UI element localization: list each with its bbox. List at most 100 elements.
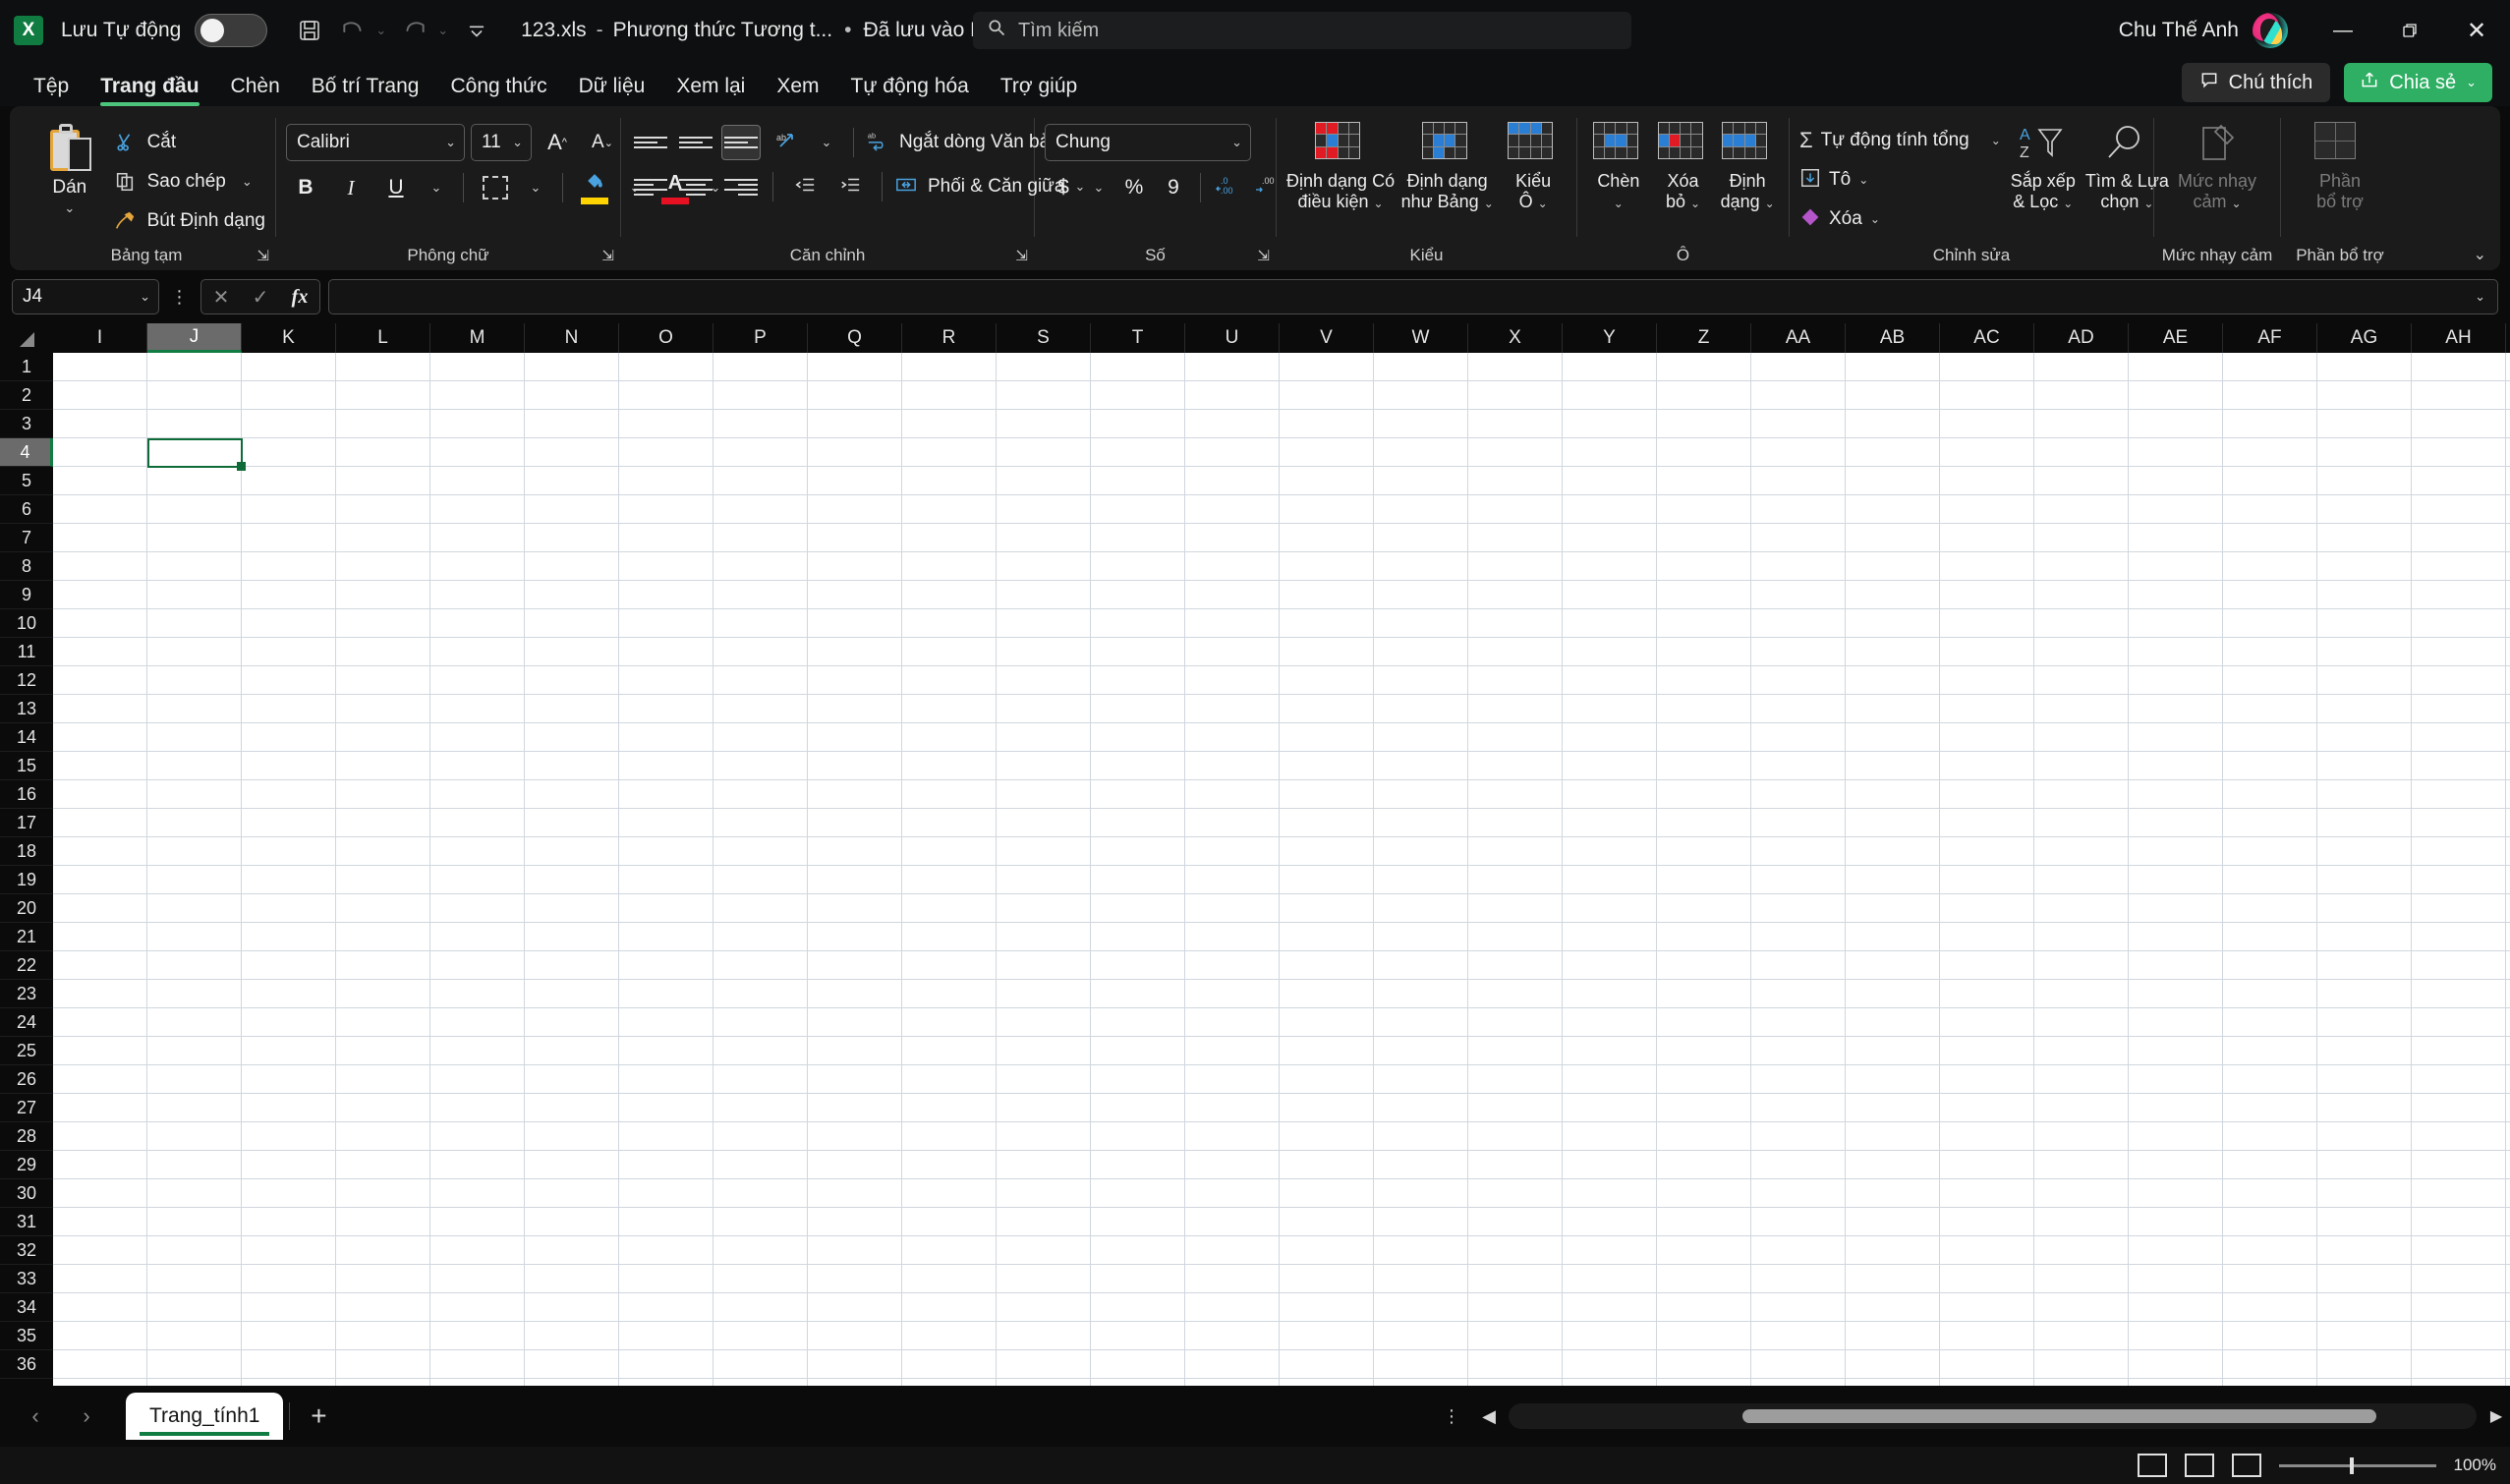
zoom-slider-knob[interactable]: [2349, 1456, 2354, 1474]
tab-tu-dong-hoa[interactable]: Tự động hóa: [835, 75, 985, 106]
normal-view-icon[interactable]: [2137, 1454, 2167, 1477]
formula-bar-more-options-icon[interactable]: ⋮: [167, 287, 193, 308]
column-header-AH[interactable]: AH: [2412, 323, 2506, 353]
row-header-27[interactable]: 27: [0, 1094, 53, 1122]
column-header-AE[interactable]: AE: [2129, 323, 2223, 353]
row-header-30[interactable]: 30: [0, 1179, 53, 1208]
scroll-right-triangle-right-icon[interactable]: ▶: [2482, 1406, 2510, 1426]
sensitivity-button[interactable]: Mức nhạy cảm ⌄: [2164, 118, 2270, 211]
row-header-35[interactable]: 35: [0, 1322, 53, 1350]
number-format-select[interactable]: Chung ⌄: [1045, 124, 1251, 161]
column-header-S[interactable]: S: [997, 323, 1091, 353]
row-header-11[interactable]: 11: [0, 638, 53, 666]
redo-chevron-down-icon[interactable]: ⌄: [437, 23, 448, 38]
column-header-AF[interactable]: AF: [2223, 323, 2317, 353]
column-header-AC[interactable]: AC: [1940, 323, 2034, 353]
font-dialog-launcher-icon[interactable]: ⇲: [601, 247, 614, 264]
column-header-O[interactable]: O: [619, 323, 713, 353]
row-header-37[interactable]: 37: [0, 1379, 53, 1387]
fill-chevron-down-icon[interactable]: ⌄: [1858, 173, 1868, 187]
number-format-chevron-down-icon[interactable]: ⌄: [1231, 135, 1242, 150]
row-header-1[interactable]: 1: [0, 353, 53, 381]
column-header-X[interactable]: X: [1468, 323, 1563, 353]
column-header-K[interactable]: K: [242, 323, 336, 353]
underline-button[interactable]: U: [376, 169, 416, 206]
cf-chevron-down-icon[interactable]: ⌄: [1374, 197, 1384, 210]
minimize-button[interactable]: —: [2310, 0, 2376, 61]
clear-chevron-down-icon[interactable]: ⌄: [1870, 212, 1880, 226]
borders-button[interactable]: [476, 169, 515, 206]
sort-chevron-down-icon[interactable]: ⌄: [2063, 197, 2073, 210]
addins-button[interactable]: Phần bổ trợ: [2291, 118, 2389, 211]
column-header-J[interactable]: J: [147, 323, 242, 353]
row-header-17[interactable]: 17: [0, 809, 53, 837]
fill-color-button[interactable]: [575, 169, 614, 206]
column-header-W[interactable]: W: [1374, 323, 1468, 353]
cell-area[interactable]: [53, 353, 2510, 1386]
clipboard-dialog-launcher-icon[interactable]: ⇲: [257, 247, 269, 264]
font-name-input[interactable]: Calibri ⌄: [286, 124, 465, 161]
column-header-AB[interactable]: AB: [1846, 323, 1940, 353]
zoom-slider[interactable]: [2278, 1456, 2436, 1474]
horizontal-scrollbar[interactable]: [1509, 1403, 2477, 1429]
row-header-7[interactable]: 7: [0, 524, 53, 552]
increase-indent-button[interactable]: [830, 169, 870, 204]
page-break-preview-icon[interactable]: [2231, 1454, 2261, 1477]
copy-button[interactable]: Sao chép ⌄: [112, 165, 265, 199]
autosave-toggle[interactable]: [195, 14, 268, 47]
font-size-input[interactable]: 11 ⌄: [471, 124, 532, 161]
column-header-M[interactable]: M: [430, 323, 525, 353]
customize-quick-access-icon[interactable]: [456, 10, 497, 51]
increase-decimal-button[interactable]: .0.00: [1209, 170, 1246, 205]
collapse-ribbon-button[interactable]: ⌄: [2474, 245, 2486, 264]
clear-button[interactable]: Xóa ⌄: [1799, 202, 2001, 236]
align-left-button[interactable]: [631, 169, 670, 204]
delete-chevron-down-icon[interactable]: ⌄: [1690, 197, 1700, 210]
row-header-19[interactable]: 19: [0, 866, 53, 894]
sort-filter-button[interactable]: A Z Sắp xếp & Lọc ⌄: [2011, 118, 2076, 211]
row-header-21[interactable]: 21: [0, 923, 53, 951]
row-header-9[interactable]: 9: [0, 581, 53, 609]
horizontal-scroll-more-options-icon[interactable]: ⋮: [1443, 1406, 1469, 1427]
add-sheet-plus-icon[interactable]: +: [290, 1386, 347, 1447]
tab-trang-dau[interactable]: Trang đầu: [85, 75, 214, 106]
conditional-formatting-button[interactable]: Định dạng Có điều kiện ⌄: [1286, 118, 1395, 211]
column-header-L[interactable]: L: [336, 323, 430, 353]
find-chevron-down-icon[interactable]: ⌄: [2143, 197, 2153, 210]
font-name-chevron-down-icon[interactable]: ⌄: [445, 135, 456, 150]
font-size-chevron-down-icon[interactable]: ⌄: [512, 135, 523, 150]
fill-button[interactable]: Tô ⌄: [1799, 163, 2001, 197]
page-layout-icon[interactable]: [2184, 1454, 2214, 1477]
delete-cells-button[interactable]: Xóa bỏ ⌄: [1652, 118, 1715, 211]
row-header-12[interactable]: 12: [0, 666, 53, 695]
row-header-5[interactable]: 5: [0, 467, 53, 495]
row-header-6[interactable]: 6: [0, 495, 53, 524]
currency-format-button[interactable]: $: [1045, 170, 1082, 205]
cancel-icon[interactable]: ✕: [201, 285, 241, 310]
column-header-T[interactable]: T: [1091, 323, 1185, 353]
row-header-25[interactable]: 25: [0, 1037, 53, 1065]
close-button[interactable]: ✕: [2443, 0, 2510, 61]
currency-chevron-down-icon[interactable]: ⌄: [1084, 169, 1113, 206]
formula-input[interactable]: ⌄: [328, 279, 2498, 314]
column-header-AA[interactable]: AA: [1751, 323, 1846, 353]
row-header-10[interactable]: 10: [0, 609, 53, 638]
name-box-chevron-down-icon[interactable]: ⌄: [140, 289, 150, 305]
row-header-29[interactable]: 29: [0, 1151, 53, 1179]
underline-chevron-down-icon[interactable]: ⌄: [422, 169, 451, 206]
row-header-23[interactable]: 23: [0, 980, 53, 1008]
row-header-8[interactable]: 8: [0, 552, 53, 581]
share-button[interactable]: Chia sẻ ⌄: [2344, 63, 2492, 102]
align-top-button[interactable]: [631, 125, 670, 160]
search-input[interactable]: Tìm kiếm: [973, 12, 1631, 49]
alignment-dialog-launcher-icon[interactable]: ⇲: [1015, 247, 1028, 264]
redo-icon[interactable]: [394, 10, 435, 51]
column-header-I[interactable]: I: [53, 323, 147, 353]
expand-formula-bar-chevron-down-icon[interactable]: ⌄: [2475, 289, 2485, 305]
percent-format-button[interactable]: %: [1115, 170, 1153, 205]
comments-button[interactable]: Chú thích: [2181, 63, 2331, 102]
row-header-28[interactable]: 28: [0, 1122, 53, 1151]
insert-chevron-down-icon[interactable]: ⌄: [1614, 197, 1624, 210]
row-header-2[interactable]: 2: [0, 381, 53, 410]
row-header-24[interactable]: 24: [0, 1008, 53, 1037]
